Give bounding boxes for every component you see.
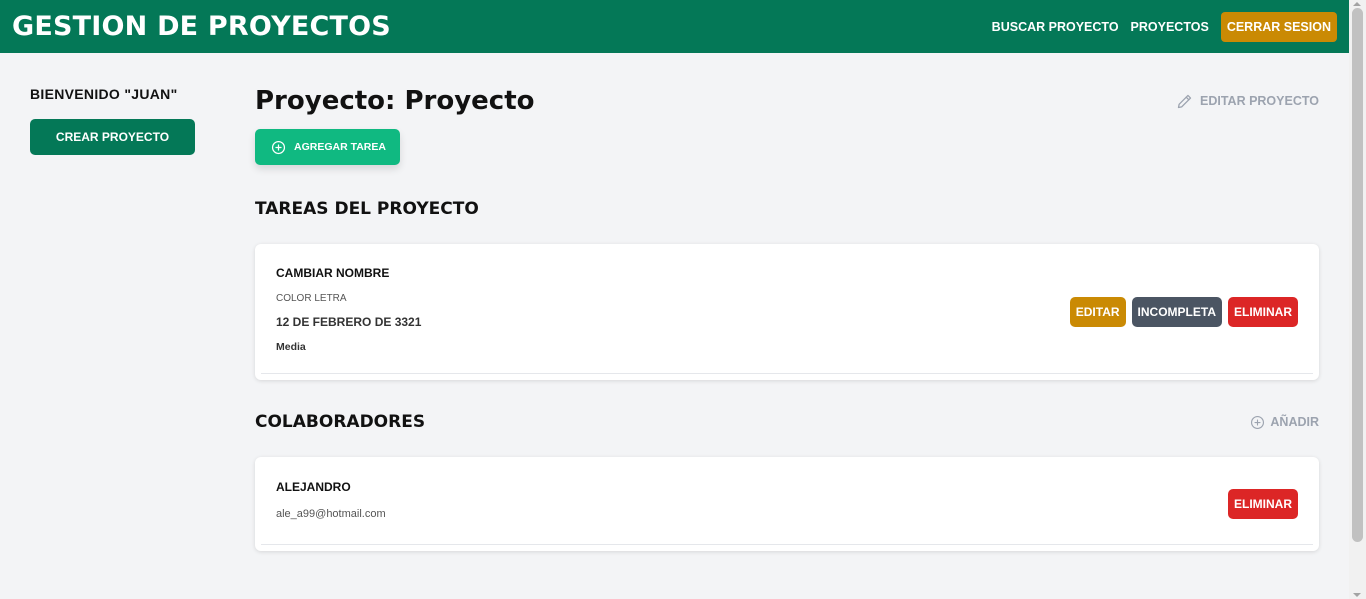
collaborator-name: ALEJANDRO (276, 480, 351, 494)
task-actions: EDITAR INCOMPLETA ELIMINAR (1069, 297, 1298, 327)
welcome-message: BIENVENIDO "JUAN" (30, 86, 178, 102)
collaborator-card: ALEJANDRO ale_a99@hotmail.com ELIMINAR (255, 457, 1319, 551)
collaborators-section-title: COLABORADORES (255, 412, 426, 432)
create-project-button[interactable]: CREAR PROYECTO (30, 119, 195, 155)
page-scrollbar[interactable] (1349, 0, 1366, 599)
pencil-icon (1176, 93, 1193, 110)
delete-collaborator-button[interactable]: ELIMINAR (1228, 489, 1298, 519)
add-task-label: AGREGAR TAREA (294, 141, 386, 153)
collaborators-header: COLABORADORES AÑADIR (255, 412, 1319, 432)
task-priority: Media (276, 341, 306, 353)
edit-project-label: EDITAR PROYECTO (1200, 94, 1319, 108)
collaborator-actions: ELIMINAR (1228, 489, 1298, 519)
tasks-section-title: TAREAS DEL PROYECTO (255, 199, 479, 219)
card-divider (261, 373, 1313, 374)
collaborator-email: ale_a99@hotmail.com (276, 508, 386, 520)
add-collaborator-link[interactable]: AÑADIR (1250, 415, 1319, 430)
edit-task-button[interactable]: EDITAR (1069, 297, 1126, 327)
page-title: Proyecto: Proyecto (255, 86, 535, 116)
sidebar: BIENVENIDO "JUAN" CREAR PROYECTO (30, 86, 200, 155)
logout-button[interactable]: CERRAR SESION (1220, 11, 1337, 42)
nav-projects[interactable]: PROYECTOS (1131, 20, 1209, 34)
app-root: GESTION DE PROYECTOS BUSCAR PROYECTO PRO… (0, 0, 1349, 599)
plus-circle-icon (1250, 415, 1265, 430)
task-name: CAMBIAR NOMBRE (276, 266, 390, 280)
task-status-button[interactable]: INCOMPLETA (1131, 297, 1222, 327)
top-header: GESTION DE PROYECTOS BUSCAR PROYECTO PRO… (0, 0, 1349, 53)
main-content: Proyecto: Proyecto EDITAR PROYECTO AGREG… (255, 84, 1319, 551)
task-card: CAMBIAR NOMBRE COLOR LETRA 12 DE FEBRERO… (255, 244, 1319, 380)
plus-circle-icon (271, 140, 286, 155)
scroll-down-icon[interactable] (1353, 593, 1361, 597)
app-brand[interactable]: GESTION DE PROYECTOS (12, 11, 391, 42)
delete-task-button[interactable]: ELIMINAR (1228, 297, 1298, 327)
add-task-button[interactable]: AGREGAR TAREA (255, 129, 400, 165)
scroll-up-icon[interactable] (1353, 2, 1361, 6)
card-divider (261, 544, 1313, 545)
edit-project-link[interactable]: EDITAR PROYECTO (1176, 93, 1319, 110)
scrollbar-thumb[interactable] (1352, 8, 1363, 542)
nav-search-projects[interactable]: BUSCAR PROYECTO (992, 20, 1119, 34)
add-collaborator-label: AÑADIR (1270, 415, 1319, 429)
title-row: Proyecto: Proyecto EDITAR PROYECTO (255, 84, 1319, 118)
top-nav: BUSCAR PROYECTO PROYECTOS CERRAR SESION (992, 11, 1337, 42)
